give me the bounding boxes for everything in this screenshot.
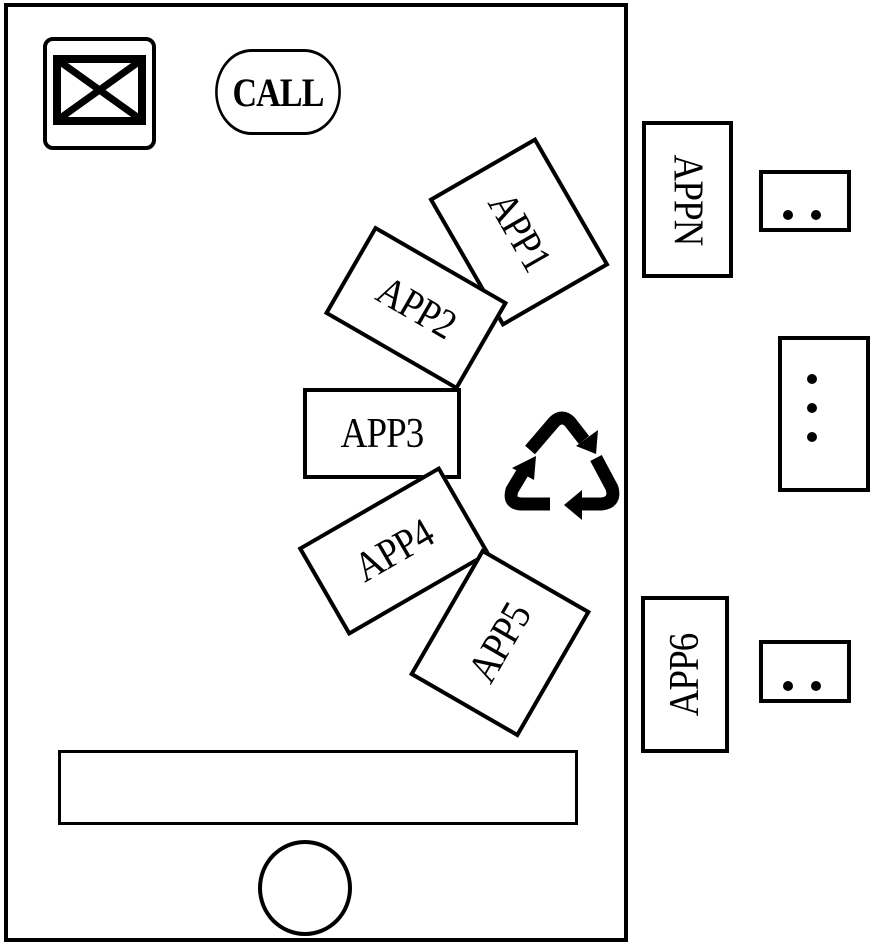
app-label: APP4 xyxy=(346,510,442,592)
call-button-label: CALL xyxy=(232,69,324,115)
app-label: APP6 xyxy=(662,633,708,716)
ellipsis-dot xyxy=(807,432,817,442)
ellipsis-dot xyxy=(783,681,793,691)
recycle-button[interactable] xyxy=(502,410,622,525)
app-label: APP1 xyxy=(478,184,560,280)
app-label: APP5 xyxy=(459,595,541,691)
app-label: APPN xyxy=(664,154,711,245)
app-icon-app6[interactable]: APP6 xyxy=(641,596,729,753)
app-label: APP3 xyxy=(340,410,425,457)
call-button[interactable]: CALL xyxy=(215,49,341,135)
ellipsis-dot xyxy=(811,681,821,691)
more-apps-box[interactable] xyxy=(759,170,851,232)
envelope-icon xyxy=(53,55,146,125)
recycle-icon xyxy=(504,411,620,520)
home-button[interactable] xyxy=(258,840,352,936)
input-bar[interactable] xyxy=(58,750,578,825)
app-icon-appn[interactable]: APPN xyxy=(642,121,733,278)
ellipsis-dot xyxy=(783,210,793,220)
ellipsis-dot xyxy=(807,374,817,384)
ellipsis-dot xyxy=(807,403,817,413)
more-apps-box[interactable] xyxy=(778,336,870,492)
mail-button[interactable] xyxy=(43,37,156,150)
app-icon-app3[interactable]: APP3 xyxy=(303,388,461,479)
more-apps-box[interactable] xyxy=(759,640,851,703)
app-label: APP2 xyxy=(368,267,464,349)
ellipsis-dot xyxy=(811,210,821,220)
